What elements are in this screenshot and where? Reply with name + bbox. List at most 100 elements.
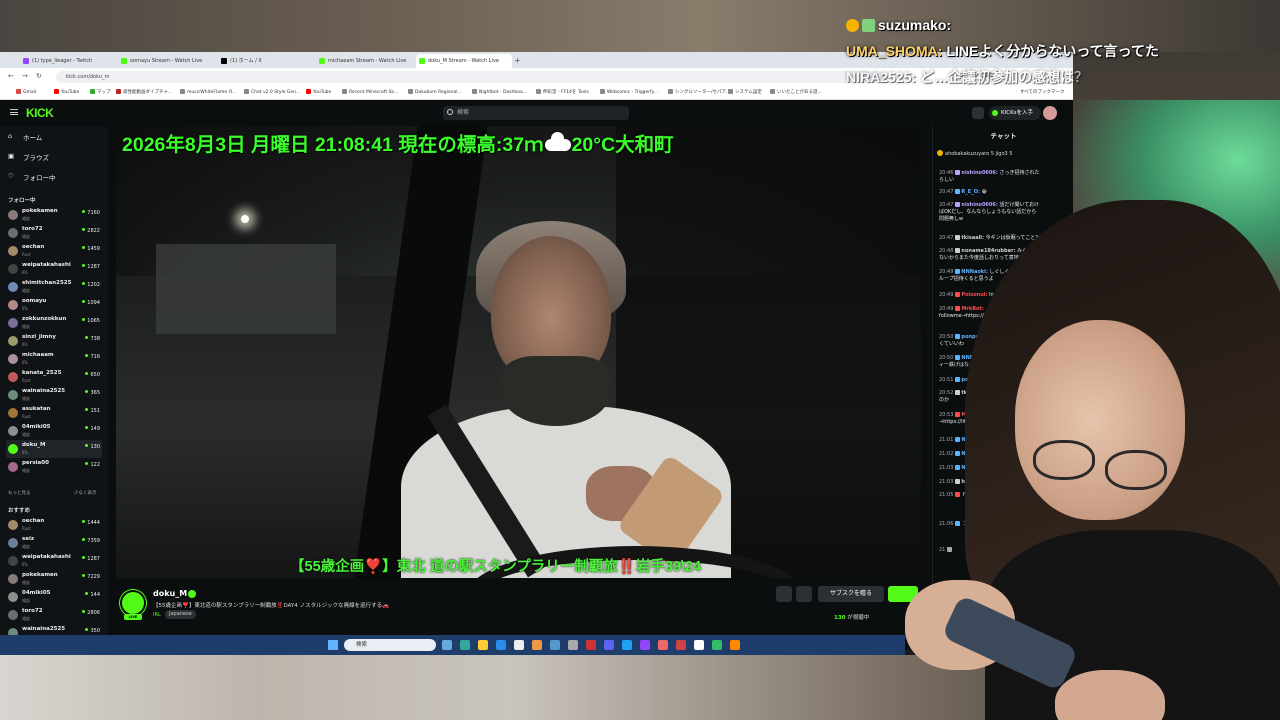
- bookmark[interactable]: Nightbot - Dashboa...: [472, 88, 527, 98]
- video-player[interactable]: 2026年8月3日 月曜日 21:08:41 現在の標高:37ｍ 20°C大和町 …: [116, 126, 921, 578]
- app-icon[interactable]: [712, 640, 722, 650]
- show-less-link[interactable]: 少なく表示: [74, 490, 97, 496]
- discord-icon[interactable]: [604, 640, 614, 650]
- browser-tab[interactable]: michaeam Stream - Watch Live: [316, 54, 412, 68]
- chrome-icon[interactable]: [532, 640, 542, 650]
- chat-username[interactable]: nishino0606:: [961, 202, 997, 208]
- app-icon[interactable]: [640, 640, 650, 650]
- menu-icon[interactable]: [10, 109, 18, 115]
- app-icon[interactable]: [550, 640, 560, 650]
- bookmark[interactable]: Gmail: [16, 88, 36, 98]
- bookmark[interactable]: YouTube: [54, 88, 79, 98]
- channel-item[interactable]: weipatakahashi IRL 1287: [6, 260, 102, 278]
- bookmark[interactable]: 伸彩宮 - FF14を Tools: [536, 88, 589, 98]
- chat-username[interactable]: tkisaall:: [961, 235, 984, 241]
- channel-item[interactable]: sinzi_jimny IRL 738: [6, 332, 102, 350]
- bookmark[interactable]: 高性能動画ダイプチャ...: [116, 88, 172, 98]
- nav-following[interactable]: ♡ フォロー中: [8, 172, 56, 182]
- forward-icon[interactable]: →: [22, 72, 28, 80]
- bookmark[interactable]: マップ: [90, 88, 111, 98]
- app-icon[interactable]: [586, 640, 596, 650]
- channel-item[interactable]: wainaina2525 雑談 365: [6, 386, 102, 404]
- reload-icon[interactable]: ↻: [36, 72, 42, 80]
- channel-item[interactable]: doku_M IRL 130: [6, 440, 102, 458]
- show-more-link[interactable]: もっと見る: [8, 490, 31, 496]
- chat-username[interactable]: NNNaoki:: [961, 437, 987, 443]
- browser-tab[interactable]: (1) type_lleager - Twitch: [20, 54, 115, 68]
- edge-icon[interactable]: [496, 640, 506, 650]
- chat-username[interactable]: NNNaoki:: [961, 269, 987, 275]
- heart-icon[interactable]: [796, 586, 812, 602]
- browser-tab[interactable]: (1) ホーム / X: [218, 54, 314, 68]
- chat-username[interactable]: Poisonul:: [961, 292, 987, 298]
- app-icon[interactable]: [568, 640, 578, 650]
- chat-username[interactable]: NNNaoki:: [961, 465, 987, 471]
- channel-item[interactable]: michaaam IRL 716: [6, 350, 102, 368]
- bell-icon[interactable]: [776, 586, 792, 602]
- app-icon[interactable]: [676, 640, 686, 650]
- chat-username[interactable]: ponpokochan:: [961, 377, 1001, 383]
- bookmark[interactable]: YouTube: [306, 88, 331, 98]
- follow-button[interactable]: [888, 586, 918, 602]
- user-avatar[interactable]: [1043, 106, 1057, 120]
- channel-item[interactable]: seiz 雑談 7359: [6, 534, 102, 552]
- streamer-avatar[interactable]: [120, 590, 146, 616]
- chat-username[interactable]: hedro2♯: [961, 479, 983, 485]
- channel-item[interactable]: 04miki05 雑談 144: [6, 588, 102, 606]
- bookmark[interactable]: Chat v2.0 Style Gen...: [244, 88, 300, 98]
- bookmark[interactable]: Dokubum Regional...: [408, 88, 462, 98]
- chat-username[interactable]: MrkBot:: [961, 306, 983, 312]
- windows-start-icon[interactable]: [328, 640, 338, 650]
- task-view-icon[interactable]: [442, 640, 452, 650]
- bookmark[interactable]: シングルソーター/セパア...: [668, 88, 730, 98]
- chat-username[interactable]: ponpokochan:: [961, 334, 1001, 340]
- channel-item[interactable]: asukatan Rust 151: [6, 404, 102, 422]
- file-explorer-icon[interactable]: [478, 640, 488, 650]
- new-tab-button[interactable]: +: [514, 54, 526, 68]
- nav-browse[interactable]: ▣ ブラウズ: [8, 152, 49, 162]
- bookmark[interactable]: システム設定: [728, 88, 762, 98]
- url-input[interactable]: kick.com/doku_m: [56, 71, 886, 83]
- app-icon[interactable]: [694, 640, 704, 650]
- language-tag[interactable]: Japanese: [165, 610, 196, 619]
- widgets-icon[interactable]: [460, 640, 470, 650]
- channel-item[interactable]: pokekamen 雑談 7160: [6, 206, 102, 224]
- channel-item[interactable]: persia00 雑談 122: [6, 458, 102, 476]
- bookmark[interactable]: Recent Minecraft Sk...: [342, 88, 398, 98]
- app-icon[interactable]: [622, 640, 632, 650]
- app-icon[interactable]: [658, 640, 668, 650]
- back-icon[interactable]: ←: [8, 72, 14, 80]
- channel-item[interactable]: zokkunzokkun 雑談 1065: [6, 314, 102, 332]
- search-input[interactable]: 検索: [443, 106, 629, 120]
- bookmark[interactable]: Webcomic - Triggerfy...: [600, 88, 658, 98]
- browser-tab[interactable]: oomayu Stream - Watch Live: [118, 54, 214, 68]
- chat-username[interactable]: noname184rubber:: [961, 248, 1015, 254]
- channel-item[interactable]: kanata_2525 Rust 650: [6, 368, 102, 386]
- chat-username[interactable]: MrkBot:: [961, 412, 983, 418]
- app-icon[interactable]: [730, 640, 740, 650]
- library-icon[interactable]: [972, 107, 984, 119]
- channel-item[interactable]: shimitchan2525 雑談 1202: [6, 278, 102, 296]
- streamer-name[interactable]: doku_M: [153, 589, 187, 598]
- category-link[interactable]: IRL: [153, 612, 161, 618]
- bookmark[interactable]: いいたことがある話...: [770, 88, 822, 98]
- channel-item[interactable]: weipatakahashi IRL 1287: [6, 552, 102, 570]
- channel-item[interactable]: pokekamen 雑談 7229: [6, 570, 102, 588]
- channel-item[interactable]: 04miki05 雑談 149: [6, 422, 102, 440]
- channel-item[interactable]: oechan Rust 1459: [6, 242, 102, 260]
- kick-logo[interactable]: KICK: [26, 106, 54, 120]
- chat-username[interactable]: NNNaoki:: [961, 451, 987, 457]
- channel-item[interactable]: toro72 雑談 2806: [6, 606, 102, 624]
- channel-item[interactable]: toro72 雑談 2822: [6, 224, 102, 242]
- channel-item[interactable]: oomayu IRL 1094: [6, 296, 102, 314]
- gift-subscription-button[interactable]: サブスクを贈る: [818, 586, 884, 602]
- app-icon[interactable]: [514, 640, 524, 650]
- browser-tab-active[interactable]: doku_M Stream - Watch Live: [416, 54, 512, 68]
- chat-username[interactable]: R_E_O:: [961, 189, 980, 195]
- bookmark[interactable]: musicWhiteFlame O...: [180, 88, 236, 98]
- channel-item[interactable]: oechan Rust 1444: [6, 516, 102, 534]
- taskbar-search[interactable]: 検索: [344, 639, 436, 651]
- nav-home[interactable]: ⌂ ホーム: [8, 132, 42, 142]
- get-kicks-button[interactable]: KICKsを入手: [989, 106, 1041, 120]
- chat-username[interactable]: NNNaoki:: [961, 355, 987, 361]
